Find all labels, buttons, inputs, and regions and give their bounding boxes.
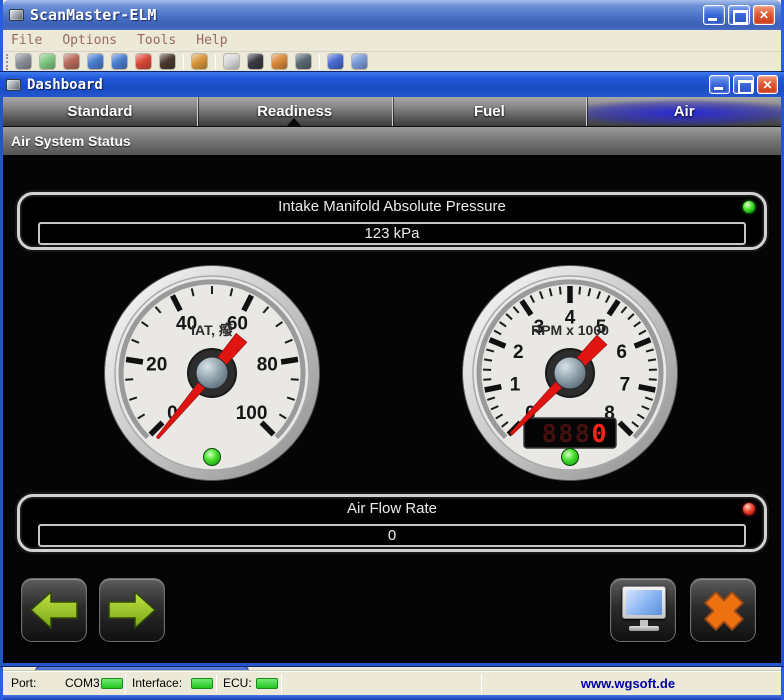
toolbar-separator (215, 54, 216, 70)
dashboard-minimize-button[interactable] (709, 75, 730, 94)
globe-dark-icon[interactable] (296, 54, 311, 69)
rpm-gauge: 012345678 RPM x 1000 8880 (460, 263, 680, 483)
port-status-led (101, 678, 123, 689)
clipboard-icon[interactable] (192, 54, 207, 69)
ecu-status-led (256, 678, 278, 689)
tab-bar: Standard Readiness Fuel Air (3, 97, 781, 127)
monitor-icon (622, 586, 666, 619)
dashboard-maximize-button[interactable] (733, 75, 754, 94)
main-window-controls (703, 5, 775, 25)
menu-file[interactable]: File (11, 33, 42, 48)
exit-button[interactable] (690, 578, 756, 642)
window-bottom-border (3, 695, 781, 700)
tab-fuel[interactable]: Fuel (392, 97, 587, 126)
airflow-value: 0 (38, 524, 746, 547)
port-label: Port: (11, 672, 36, 695)
dashboard-title: Dashboard (27, 77, 103, 93)
port-value: COM3 (65, 672, 100, 695)
maximize-button[interactable] (728, 5, 750, 25)
info-icon[interactable] (328, 54, 343, 69)
dashboard-close-button[interactable] (757, 75, 778, 94)
statusbar-separator (216, 674, 217, 693)
status-bar: Port: COM3 Interface: ECU: www.wgsoft.de (3, 672, 781, 695)
back-arrow-icon (22, 579, 86, 641)
website-link[interactable]: www.wgsoft.de (481, 672, 775, 695)
main-window-title: ScanMaster-ELM (30, 6, 156, 24)
iat-gauge: 020406080100 IAT, 癈 (102, 263, 322, 483)
map-value: 123 kPa (38, 222, 746, 245)
toolbar-separator (319, 54, 320, 70)
menu-help[interactable]: Help (196, 33, 227, 48)
grid-icon[interactable] (136, 54, 151, 69)
chip-icon[interactable] (16, 54, 31, 69)
map-title: Intake Manifold Absolute Pressure (20, 198, 764, 215)
user-icon[interactable] (160, 54, 175, 69)
svg-text:100: 100 (236, 403, 268, 424)
svg-text:2: 2 (513, 342, 524, 363)
door-icon[interactable] (272, 54, 287, 69)
svg-text:1: 1 (510, 374, 521, 395)
monitor-button[interactable] (610, 578, 676, 642)
forward-arrow-icon (100, 579, 164, 641)
back-button[interactable] (21, 578, 87, 642)
close-button[interactable] (753, 5, 775, 25)
svg-text:20: 20 (146, 355, 167, 376)
monitor-base (629, 626, 659, 631)
map-readout-panel: Intake Manifold Absolute Pressure 123 kP… (17, 192, 767, 250)
screen: ScanMaster-ELM File Options Tools Help P… (0, 0, 784, 700)
toolbar-grip[interactable] (6, 54, 10, 70)
statusbar-separator (125, 674, 126, 693)
svg-text:8880: 8880 (542, 419, 608, 448)
airflow-readout-panel: Air Flow Rate 0 (17, 494, 767, 552)
svg-text:IAT, 癈: IAT, 癈 (191, 322, 234, 338)
toolbar (3, 52, 781, 73)
tab-air[interactable]: Air (586, 97, 781, 126)
airflow-led-indicator (743, 503, 755, 515)
map-led-indicator (743, 201, 755, 213)
tab-standard[interactable]: Standard (3, 97, 197, 126)
monitor-blue-icon[interactable] (88, 54, 103, 69)
dashboard-titlebar[interactable]: Dashboard (0, 72, 784, 97)
interface-label: Interface: (132, 672, 182, 695)
menu-tools[interactable]: Tools (137, 33, 176, 48)
dashboard-window-controls (709, 75, 778, 94)
statusbar-separator (281, 674, 282, 693)
menu-options[interactable]: Options (62, 33, 117, 48)
svg-text:7: 7 (620, 374, 631, 395)
toolbar-separator (183, 54, 184, 70)
airflow-title: Air Flow Rate (20, 500, 764, 517)
section-header: Air System Status (3, 127, 781, 155)
svg-text:80: 80 (257, 355, 278, 376)
dashboard-window: Dashboard Standard Readiness Fuel Air Ai… (0, 72, 784, 666)
dashboard-chip-icon (6, 79, 21, 91)
close-x-icon (691, 579, 755, 641)
monitor-blue2-icon[interactable] (112, 54, 127, 69)
forward-button[interactable] (99, 578, 165, 642)
globe-icon[interactable] (40, 54, 55, 69)
device-icon[interactable] (248, 54, 263, 69)
screen-icon[interactable] (224, 54, 239, 69)
interface-status-led (191, 678, 213, 689)
menu-bar: File Options Tools Help (3, 30, 781, 52)
app-chip-icon (9, 9, 24, 21)
minimize-button[interactable] (703, 5, 725, 25)
snapshot-icon[interactable] (64, 54, 79, 69)
ecu-label: ECU: (223, 672, 252, 695)
book-icon[interactable] (352, 54, 367, 69)
tab-marker-triangle (287, 118, 301, 126)
svg-text:6: 6 (616, 342, 627, 363)
main-titlebar[interactable]: ScanMaster-ELM (3, 0, 781, 30)
